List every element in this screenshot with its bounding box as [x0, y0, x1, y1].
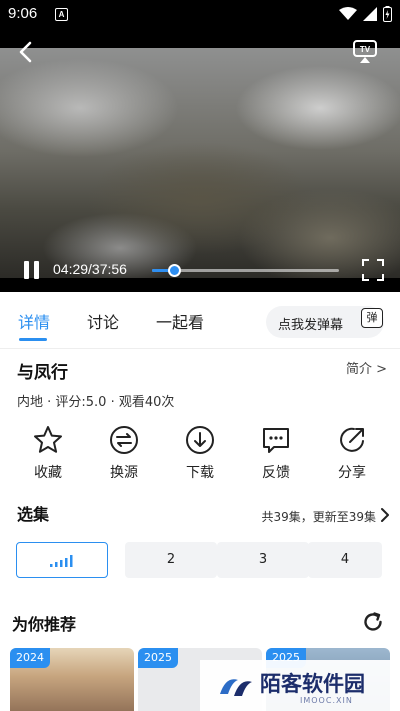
- year-badge: 2024: [10, 648, 50, 668]
- recommend-card[interactable]: 2024: [10, 648, 134, 711]
- player-controls: 04:29/37:56: [0, 256, 400, 282]
- year-badge: 2025: [138, 648, 178, 668]
- chevron-right-icon[interactable]: [380, 507, 390, 523]
- playback-time: 04:29/37:56: [53, 261, 127, 277]
- playing-indicator-icon: [50, 554, 73, 567]
- download-icon: [186, 426, 214, 454]
- episodes-title: 选集: [17, 505, 50, 524]
- wifi-icon: [339, 7, 357, 20]
- fullscreen-icon[interactable]: [362, 259, 384, 281]
- favorite-label: 收藏: [34, 465, 62, 481]
- content-tabs: 详情 讨论 一起看 点我发弹幕 弹: [0, 292, 400, 349]
- share-button[interactable]: 分享: [322, 424, 382, 482]
- show-title: 与凤行: [17, 363, 68, 383]
- switch-source-icon: [110, 426, 138, 454]
- back-icon[interactable]: [14, 40, 38, 64]
- app-screen: 9:06 A TV 04:29/37:56 详情 讨论 一起看 点我发弹幕 弹 …: [0, 0, 400, 711]
- feedback-icon: [263, 428, 289, 453]
- episodes-summary[interactable]: 共39集，更新至39集: [261, 508, 376, 525]
- share-label: 分享: [338, 465, 366, 481]
- tab-discussion[interactable]: 讨论: [87, 309, 119, 333]
- status-icons: [339, 6, 392, 22]
- danmaku-placeholder: 点我发弹幕: [278, 318, 344, 333]
- show-meta: 内地 · 评分:5.0 · 观看40次: [17, 395, 175, 410]
- feedback-label: 反馈: [262, 465, 290, 481]
- svg-text:TV: TV: [360, 45, 371, 54]
- episode-item[interactable]: 3: [217, 542, 309, 578]
- watermark: 陌客软件园 IMOOC.XIN: [200, 660, 400, 711]
- status-time: 9:06: [8, 5, 38, 22]
- cast-tv-icon[interactable]: TV: [352, 38, 378, 64]
- watermark-brand: 陌客软件园: [260, 672, 365, 696]
- share-icon: [340, 427, 364, 452]
- star-icon: [34, 426, 62, 453]
- switch-source-button[interactable]: 换源: [94, 424, 154, 482]
- watermark-sub: IMOOC.XIN: [300, 696, 353, 705]
- download-button[interactable]: 下载: [170, 424, 230, 482]
- episode-1-playing[interactable]: [16, 542, 108, 578]
- episode-list: 2 3 4: [0, 542, 400, 580]
- recommend-title: 为你推荐: [12, 615, 77, 634]
- refresh-icon[interactable]: [362, 611, 384, 633]
- signal-icon: [363, 7, 377, 21]
- progress-knob[interactable]: [168, 264, 182, 277]
- switch-source-label: 换源: [110, 465, 138, 481]
- video-frame[interactable]: [0, 48, 400, 278]
- battery-icon: [383, 6, 392, 22]
- favorite-button[interactable]: 收藏: [18, 424, 78, 482]
- danmaku-toggle-button[interactable]: 弹: [361, 308, 383, 328]
- status-bar: 9:06 A: [0, 0, 400, 28]
- player-letterbox-top: [0, 28, 400, 48]
- active-tab-indicator: [19, 338, 47, 341]
- action-row: 收藏 换源 下载 反馈 分享: [0, 424, 400, 488]
- progress-bar[interactable]: [152, 264, 339, 277]
- feedback-button[interactable]: 反馈: [246, 424, 306, 482]
- notification-a-icon: A: [55, 8, 68, 21]
- pause-icon[interactable]: [24, 261, 40, 279]
- tab-watch-together[interactable]: 一起看: [156, 309, 204, 333]
- intro-link[interactable]: 简介 >: [346, 358, 387, 377]
- download-label: 下载: [186, 465, 214, 481]
- watermark-logo: [220, 679, 252, 696]
- tab-details[interactable]: 详情: [18, 309, 50, 333]
- episode-item[interactable]: 4: [308, 542, 382, 578]
- episode-item[interactable]: 2: [125, 542, 217, 578]
- video-player[interactable]: [0, 28, 400, 292]
